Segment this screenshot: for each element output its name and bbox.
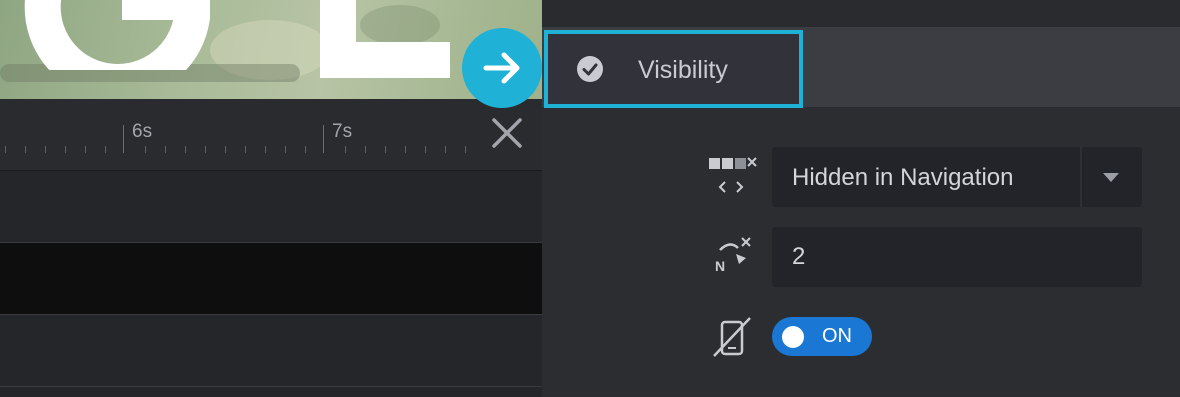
ruler-major-tick xyxy=(323,125,324,153)
hide-on-mobile-icon xyxy=(713,317,751,357)
timeline-area: 6s 7s xyxy=(0,0,542,397)
tab-visibility[interactable]: Visibility xyxy=(544,30,803,108)
check-circle-icon xyxy=(577,56,603,82)
timeline-track[interactable] xyxy=(0,242,542,315)
ruler-label-7s: 7s xyxy=(332,121,353,142)
tab-visibility-label: Visibility xyxy=(638,56,728,84)
next-count-icon: N xyxy=(715,237,751,274)
timeline-track[interactable] xyxy=(0,386,542,397)
timeline-track[interactable] xyxy=(0,170,542,243)
ruler-major-tick xyxy=(123,125,124,153)
hide-navigation-icon xyxy=(709,157,757,193)
timeline-ruler[interactable]: 6s 7s xyxy=(0,99,542,170)
slide-preview xyxy=(0,0,542,99)
close-icon[interactable] xyxy=(490,116,524,150)
chevron-down-icon xyxy=(1103,173,1119,182)
toggle-knob xyxy=(782,326,804,348)
slide-count-input[interactable] xyxy=(772,227,1142,287)
panel-tabs: Visibility xyxy=(542,27,1180,108)
svg-text:N: N xyxy=(715,258,725,274)
ruler-label-6s: 6s xyxy=(132,121,153,142)
timeline-track[interactable] xyxy=(0,314,542,387)
toggle-state-label: ON xyxy=(822,325,852,347)
next-arrow-button[interactable] xyxy=(462,28,542,108)
mobile-visibility-toggle[interactable]: ON xyxy=(772,317,872,356)
arrow-right-icon xyxy=(483,52,520,84)
preview-letter-l xyxy=(320,0,450,78)
select-divider xyxy=(1080,147,1082,207)
preview-letter-g xyxy=(24,0,210,70)
navigation-visibility-value: Hidden in Navigation xyxy=(792,164,1014,191)
panel-topbar xyxy=(542,0,1180,27)
navigation-visibility-select[interactable]: Hidden in Navigation xyxy=(772,147,1142,207)
